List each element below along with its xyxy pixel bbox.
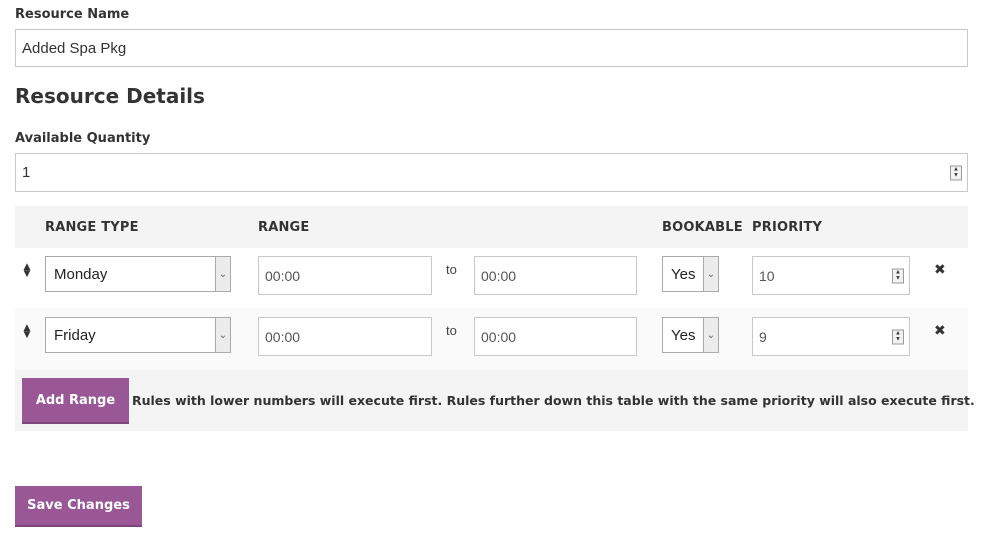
range-from-value: 00:00: [265, 267, 301, 284]
available-quantity-label: Available Quantity: [15, 131, 151, 146]
sort-handle-icon[interactable]: ▲ ▼: [22, 324, 32, 340]
range-from-value: 00:00: [265, 328, 301, 345]
chevron-down-icon: ⌄: [703, 257, 718, 291]
range-to-label: to: [446, 323, 457, 338]
available-quantity-input[interactable]: 1 ▲ ▼: [15, 153, 968, 192]
add-range-button[interactable]: Add Range: [22, 378, 129, 424]
priority-note: Rules with lower numbers will execute fi…: [132, 393, 975, 408]
resource-details-heading: Resource Details: [15, 84, 205, 108]
range-from-input[interactable]: 00:00: [258, 256, 432, 295]
chevron-down-icon: ⌄: [215, 257, 230, 291]
available-quantity-value: 1: [22, 164, 31, 181]
resource-name-input[interactable]: Added Spa Pkg: [15, 29, 968, 67]
range-to-input[interactable]: 00:00: [474, 317, 637, 356]
priority-value: 10: [759, 267, 775, 284]
table-header: [15, 206, 968, 248]
header-range-type: RANGE TYPE: [45, 220, 139, 235]
range-to-value: 00:00: [481, 267, 517, 284]
range-to-input[interactable]: 00:00: [474, 256, 637, 295]
header-priority: PRIORITY: [752, 220, 823, 235]
priority-input[interactable]: 10 ▲ ▼: [752, 256, 910, 295]
range-from-input[interactable]: 00:00: [258, 317, 432, 356]
bookable-select[interactable]: Yes ⌄: [662, 256, 719, 292]
range-type-select[interactable]: Monday ⌄: [45, 256, 231, 292]
chevron-down-icon: ⌄: [703, 318, 718, 352]
range-to-value: 00:00: [481, 328, 517, 345]
spinner-icon[interactable]: ▲ ▼: [892, 268, 904, 283]
resource-name-label: Resource Name: [15, 7, 130, 22]
save-changes-button[interactable]: Save Changes: [15, 486, 142, 527]
range-type-value: Friday: [54, 326, 96, 344]
range-type-select[interactable]: Friday ⌄: [45, 317, 231, 353]
spinner-icon[interactable]: ▲ ▼: [950, 165, 962, 180]
header-bookable: BOOKABLE: [662, 220, 743, 235]
close-icon[interactable]: ✖: [934, 262, 946, 278]
bookable-select[interactable]: Yes ⌄: [662, 317, 719, 353]
chevron-down-icon: ⌄: [215, 318, 230, 352]
resource-name-value: Added Spa Pkg: [22, 39, 127, 57]
priority-value: 9: [759, 328, 767, 345]
spinner-icon[interactable]: ▲ ▼: [892, 329, 904, 344]
sort-handle-icon[interactable]: ▲ ▼: [22, 263, 32, 279]
range-type-value: Monday: [54, 265, 108, 283]
bookable-value: Yes: [671, 326, 696, 344]
range-to-label: to: [446, 262, 457, 277]
header-range: RANGE: [258, 220, 310, 235]
close-icon[interactable]: ✖: [934, 323, 946, 339]
bookable-value: Yes: [671, 265, 696, 283]
priority-input[interactable]: 9 ▲ ▼: [752, 317, 910, 356]
